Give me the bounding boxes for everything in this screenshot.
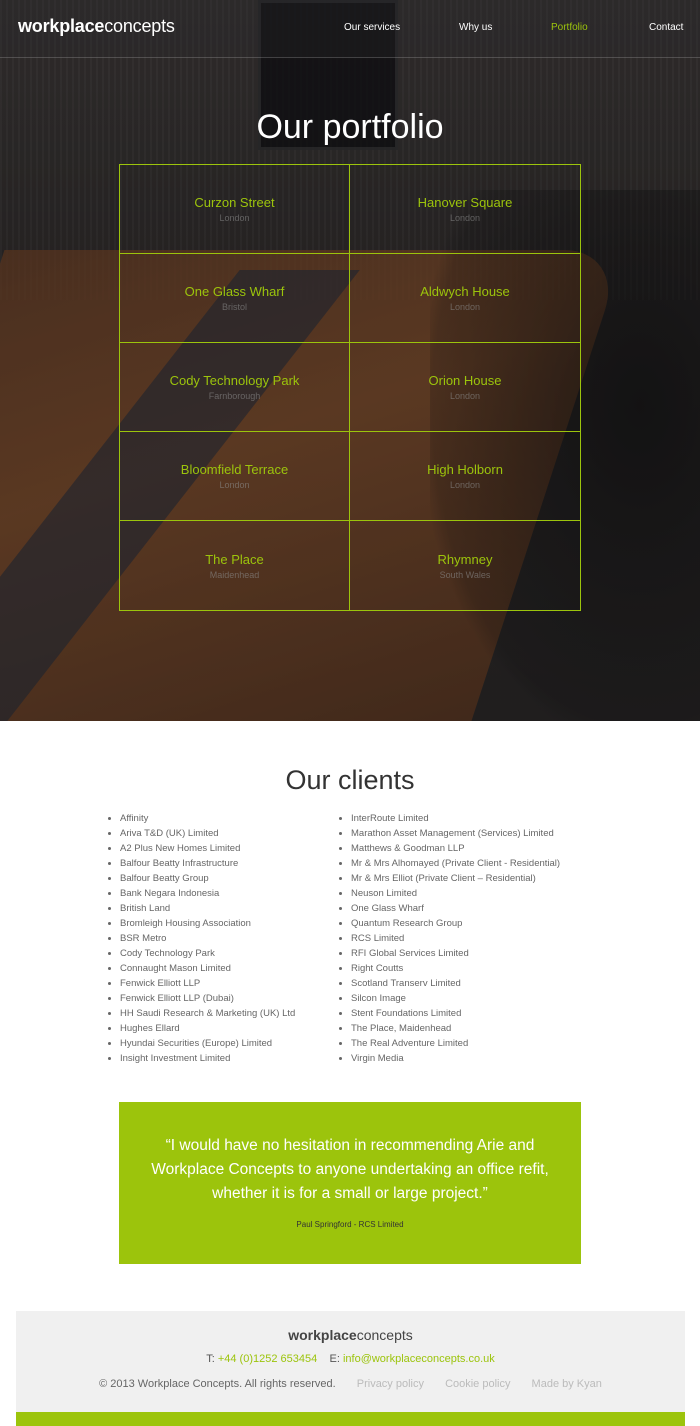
nav-portfolio[interactable]: Portfolio [551, 22, 588, 33]
made-by-link[interactable]: Made by Kyan [532, 1378, 602, 1390]
footer: workplaceconcepts T: +44 (0)1252 653454 … [16, 1311, 685, 1412]
client-item: Mr & Mrs Alhomayed (Private Client - Res… [351, 857, 599, 872]
client-item: Mr & Mrs Elliot (Private Client – Reside… [351, 872, 599, 887]
project-location: Maidenhead [209, 569, 260, 580]
client-item: Marathon Asset Management (Services) Lim… [351, 827, 599, 842]
client-item: Virgin Media [351, 1052, 599, 1067]
cookie-policy-link[interactable]: Cookie policy [445, 1378, 510, 1390]
client-item: Hughes Ellard [120, 1022, 328, 1037]
client-item: Balfour Beatty Group [120, 872, 328, 887]
phone-prefix: T: [206, 1353, 215, 1365]
client-item: One Glass Wharf [351, 902, 599, 917]
project-name: Aldwych House [420, 284, 510, 299]
client-item: HH Saudi Research & Marketing (UK) Ltd [120, 1007, 328, 1022]
client-item: Affinity [120, 812, 328, 827]
portfolio-item-curzon-street[interactable]: Curzon Street London [120, 165, 350, 254]
site-logo[interactable]: workplaceconcepts [18, 16, 175, 37]
footer-logo-light: concepts [356, 1327, 413, 1343]
project-location: London [449, 391, 481, 401]
client-item: The Place, Maidenhead [351, 1022, 599, 1037]
nav-our-services[interactable]: Our services [344, 22, 400, 33]
client-item: BSR Metro [120, 932, 328, 947]
client-item: A2 Plus New Homes Limited [120, 842, 328, 857]
project-name: High Holborn [427, 462, 503, 477]
email-prefix: E: [329, 1353, 340, 1365]
footer-contact: T: +44 (0)1252 653454 E: info@workplacec… [16, 1353, 685, 1365]
client-item: Quantum Research Group [351, 917, 599, 932]
client-item: RFI Global Services Limited [351, 947, 599, 962]
client-item: Connaught Mason Limited [120, 962, 328, 977]
navbar: workplaceconcepts Our services Why us Po… [0, 0, 700, 58]
portfolio-item-rhymney[interactable]: Rhymney South Wales [350, 521, 580, 610]
portfolio-item-one-glass-wharf[interactable]: One Glass Wharf Bristol [120, 254, 350, 343]
testimonial-box: “I would have no hesitation in recommend… [119, 1102, 581, 1264]
project-name: One Glass Wharf [184, 284, 285, 299]
portfolio-title: Our portfolio [256, 108, 444, 146]
client-item: Matthews & Goodman LLP [351, 842, 599, 857]
project-location: London [219, 213, 250, 223]
client-item: Silcon Image [351, 992, 599, 1007]
portfolio-item-bloomfield-terrace[interactable]: Bloomfield Terrace London [120, 432, 350, 521]
phone-link[interactable]: +44 (0)1252 653454 [218, 1353, 317, 1365]
copyright-text: © 2013 Workplace Concepts. All rights re… [99, 1378, 336, 1390]
client-item: Fenwick Elliott LLP [120, 977, 328, 992]
client-item: InterRoute Limited [351, 812, 599, 827]
project-name: Curzon Street [194, 195, 275, 210]
logo-bold-text: workplace [18, 16, 105, 36]
footer-logo-bold: workplace [288, 1327, 357, 1343]
project-location: South Wales [439, 569, 491, 580]
portfolio-grid: Curzon Street London Hanover Square Lond… [119, 164, 581, 611]
project-location: Bristol [221, 302, 247, 312]
client-item: Bank Negara Indonesia [120, 887, 328, 902]
client-item: Neuson Limited [351, 887, 599, 902]
client-item: Scotland Transerv Limited [351, 977, 599, 992]
portfolio-item-high-holborn[interactable]: High Holborn London [350, 432, 580, 521]
client-item: The Real Adventure Limited [351, 1037, 599, 1052]
client-item: Cody Technology Park [120, 947, 328, 962]
client-item: Fenwick Elliott LLP (Dubai) [120, 992, 328, 1007]
portfolio-item-orion-house[interactable]: Orion House London [350, 343, 580, 432]
project-location: London [449, 213, 481, 223]
hero-section: workplaceconcepts Our services Why us Po… [0, 0, 700, 721]
portfolio-item-cody-technology-park[interactable]: Cody Technology Park Farnborough [120, 343, 350, 432]
portfolio-item-aldwych-house[interactable]: Aldwych House London [350, 254, 580, 343]
email-link[interactable]: info@workplaceconcepts.co.uk [343, 1353, 495, 1365]
clients-list-left: AffinityAriva T&D (UK) LimitedA2 Plus Ne… [108, 812, 328, 1067]
nav-why-us[interactable]: Why us [459, 22, 492, 33]
clients-title: Our clients [285, 765, 415, 795]
clients-list-right: InterRoute LimitedMarathon Asset Managem… [339, 812, 599, 1067]
footer-accent-bar [16, 1412, 685, 1426]
client-item: Balfour Beatty Infrastructure [120, 857, 328, 872]
nav-contact[interactable]: Contact [649, 22, 683, 33]
project-name: Orion House [428, 373, 502, 388]
portfolio-item-hanover-square[interactable]: Hanover Square London [350, 165, 580, 254]
testimonial-quote: “I would have no hesitation in recommend… [151, 1137, 549, 1202]
client-item: Bromleigh Housing Association [120, 917, 328, 932]
client-item: British Land [120, 902, 328, 917]
project-location: London [219, 480, 250, 490]
client-item: Hyundai Securities (Europe) Limited [120, 1037, 328, 1052]
project-name: Hanover Square [417, 195, 513, 210]
logo-light-text: concepts [104, 16, 175, 36]
client-item: Right Coutts [351, 962, 599, 977]
portfolio-item-the-place[interactable]: The Place Maidenhead [120, 521, 350, 610]
project-location: London [449, 480, 481, 490]
testimonial-author: Paul Springford - RCS Limited [296, 1220, 404, 1229]
client-item: Stent Foundations Limited [351, 1007, 599, 1022]
client-item: Insight Investment Limited [120, 1052, 328, 1067]
project-location: London [449, 302, 481, 312]
client-item: RCS Limited [351, 932, 599, 947]
privacy-policy-link[interactable]: Privacy policy [357, 1378, 424, 1390]
project-name: Cody Technology Park [169, 373, 300, 388]
project-name: The Place [205, 551, 264, 567]
project-name: Rhymney [437, 551, 493, 567]
footer-bottom: © 2013 Workplace Concepts. All rights re… [16, 1378, 685, 1390]
project-location: Farnborough [208, 391, 261, 401]
project-name: Bloomfield Terrace [180, 462, 289, 477]
footer-logo[interactable]: workplaceconcepts [16, 1327, 685, 1343]
client-item: Ariva T&D (UK) Limited [120, 827, 328, 842]
